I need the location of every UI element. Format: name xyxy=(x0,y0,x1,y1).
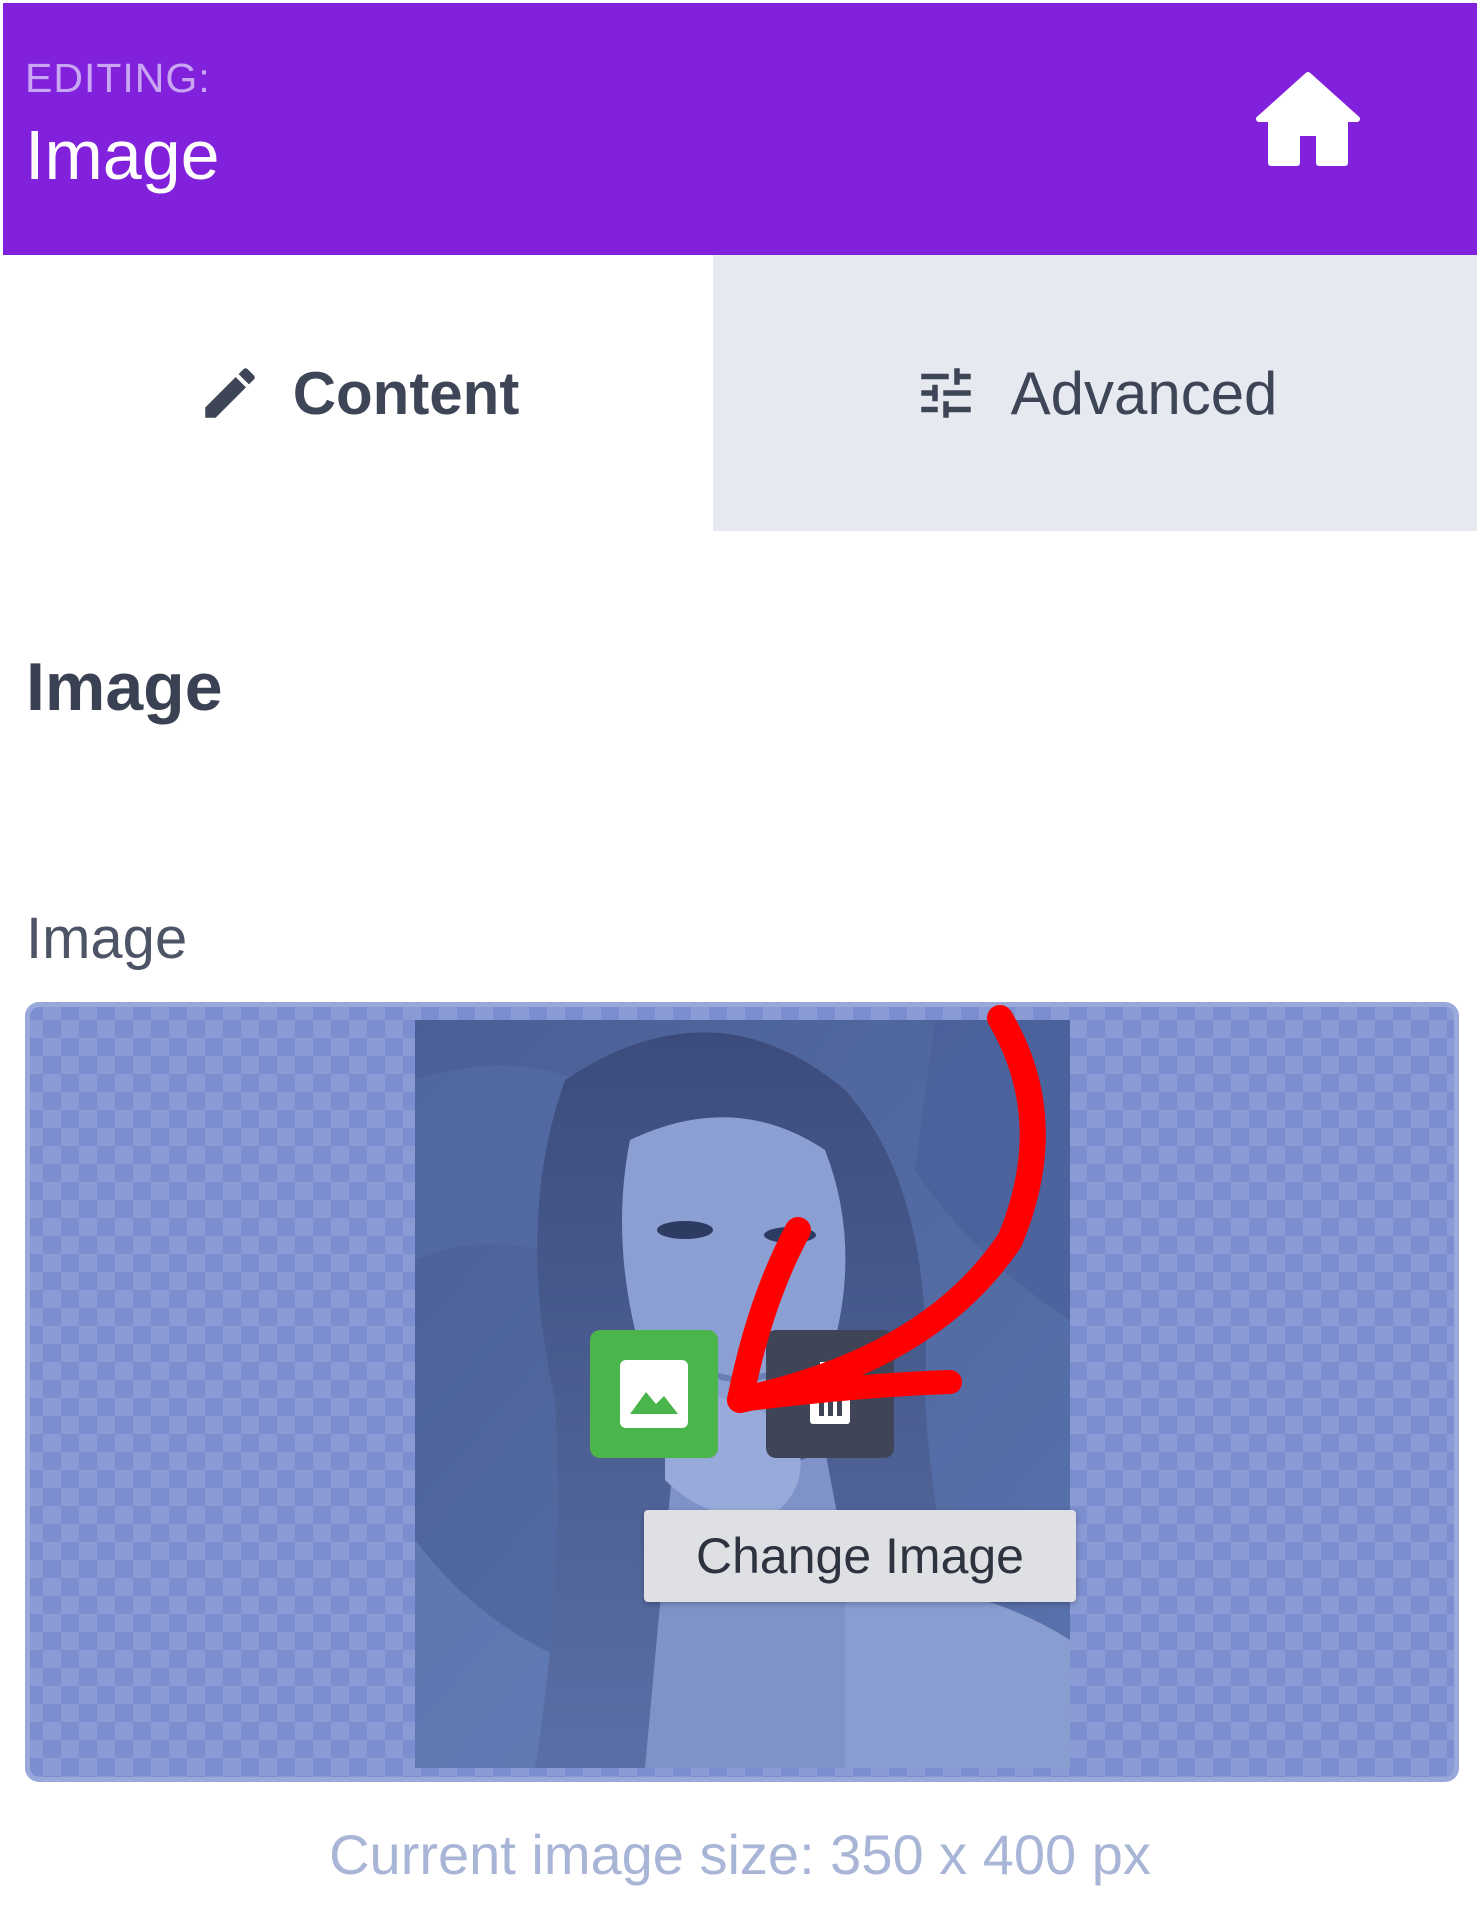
tab-advanced-label: Advanced xyxy=(1010,359,1278,427)
home-button[interactable] xyxy=(1253,71,1363,171)
tab-content[interactable]: Content xyxy=(3,255,713,531)
remove-image-button[interactable] xyxy=(766,1330,894,1458)
change-image-tooltip: Change Image xyxy=(644,1510,1076,1602)
tab-bar: Content Advanced xyxy=(3,255,1477,531)
image-icon xyxy=(620,1360,688,1428)
sliders-icon xyxy=(920,368,971,418)
image-preview xyxy=(415,1020,1070,1768)
editor-header: EDITING: Image xyxy=(3,3,1477,255)
home-icon xyxy=(1256,72,1360,166)
change-image-button[interactable] xyxy=(590,1330,718,1458)
editing-title: Image xyxy=(25,116,220,194)
section-heading: Image xyxy=(26,649,223,725)
editor-panel: EDITING: Image Content Advanced Image Im… xyxy=(0,0,1480,1927)
pencil-icon xyxy=(204,368,255,418)
trash-icon xyxy=(804,1362,856,1424)
tab-content-label: Content xyxy=(292,359,520,427)
image-field-label: Image xyxy=(26,906,188,971)
tab-advanced[interactable]: Advanced xyxy=(713,255,1477,531)
editing-label: EDITING: xyxy=(25,55,211,101)
image-size-caption: Current image size: 350 x 400 px xyxy=(329,1823,1151,1886)
